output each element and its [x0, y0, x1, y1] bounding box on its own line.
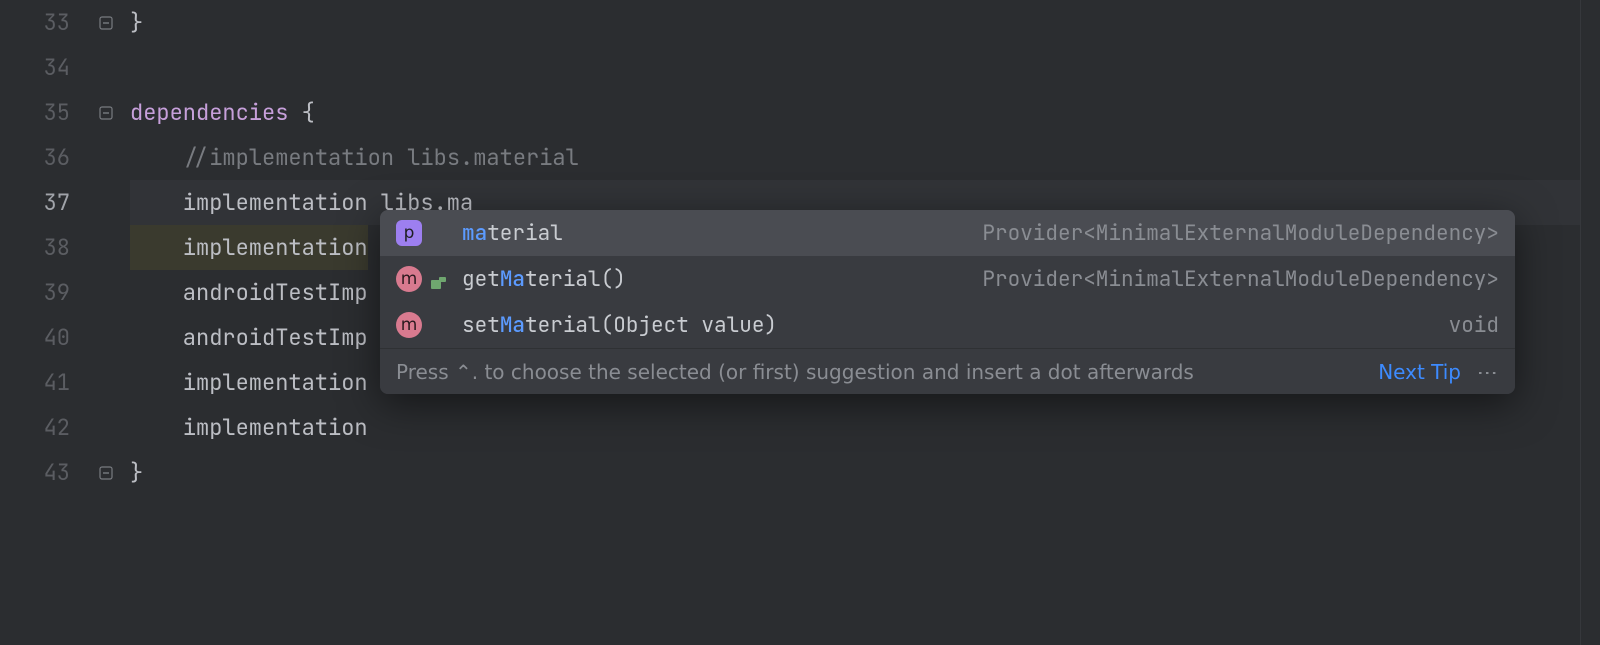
code-token [288, 98, 301, 127]
code-line[interactable]: } [130, 0, 1600, 45]
completion-item-label: setMaterial(Object value) [462, 312, 777, 339]
gutter-line: 35 [0, 90, 120, 135]
code-token: //implementation libs.material [183, 143, 579, 172]
code-token: } [130, 8, 143, 37]
gutter-line: 42 [0, 405, 120, 450]
completion-item-type: Provider<MinimalExternalModuleDependency… [982, 266, 1499, 293]
gutter-line: 37 [0, 180, 120, 225]
completion-item-type: Provider<MinimalExternalModuleDependency… [982, 220, 1499, 247]
gutter-line: 43 [0, 450, 120, 495]
next-tip-link[interactable]: Next Tip [1378, 360, 1461, 384]
completion-item-type: void [1449, 312, 1499, 339]
gutter-line: 36 [0, 135, 120, 180]
code-token: implementation [130, 233, 368, 262]
code-token: implementation [130, 413, 368, 442]
footer-hint: Press ⌃. to choose the selected (or firs… [396, 360, 1362, 384]
fold-close-icon[interactable] [98, 15, 114, 31]
completion-popup: p material Provider<MinimalExternalModuleD… [380, 210, 1515, 394]
gutter-line: 41 [0, 360, 120, 405]
gutter-line: 33 [0, 0, 120, 45]
gutter-line: 39 [0, 270, 120, 315]
code-line[interactable]: } [130, 450, 1600, 495]
code-token: implementation [130, 368, 368, 397]
fold-open-icon[interactable] [98, 105, 114, 121]
code-line[interactable] [130, 45, 1600, 90]
gutter-line: 40 [0, 315, 120, 360]
code-line[interactable]: //implementation libs.material [130, 135, 1600, 180]
gutter: 3334353637383940414243 [0, 0, 120, 645]
more-icon[interactable]: ⋮ [1476, 361, 1500, 383]
completion-item-label: getMaterial() [462, 266, 626, 293]
fold-close-icon[interactable] [98, 465, 114, 481]
code-token: { [302, 98, 315, 127]
code-token: androidTestImp [130, 323, 368, 352]
gutter-line: 38 [0, 225, 120, 270]
completion-item[interactable]: m setMaterial(Object value) void [380, 302, 1515, 348]
completion-item[interactable]: p material Provider<MinimalExternalModuleD… [380, 210, 1515, 256]
property-badge-icon: p [396, 220, 422, 246]
scrollbar-track[interactable] [1580, 0, 1600, 645]
code-token: androidTestImp [130, 278, 368, 307]
code-token: } [130, 458, 143, 487]
code-line[interactable]: dependencies { [130, 90, 1600, 135]
read-access-icon [430, 271, 448, 287]
completion-item-label: material [462, 220, 563, 247]
method-badge-icon: m [396, 312, 422, 338]
completion-list[interactable]: p material Provider<MinimalExternalModuleD… [380, 210, 1515, 348]
completion-item[interactable]: m getMaterial() Provider<MinimalExternalMo… [380, 256, 1515, 302]
method-badge-icon: m [396, 266, 422, 292]
code-line[interactable]: implementation [130, 405, 1600, 450]
code-token [130, 143, 183, 172]
code-editor[interactable]: 3334353637383940414243 } dependencies { /… [0, 0, 1600, 645]
gutter-line: 34 [0, 45, 120, 90]
completion-footer: Press ⌃. to choose the selected (or firs… [380, 348, 1515, 394]
code-token: dependencies [130, 98, 288, 127]
